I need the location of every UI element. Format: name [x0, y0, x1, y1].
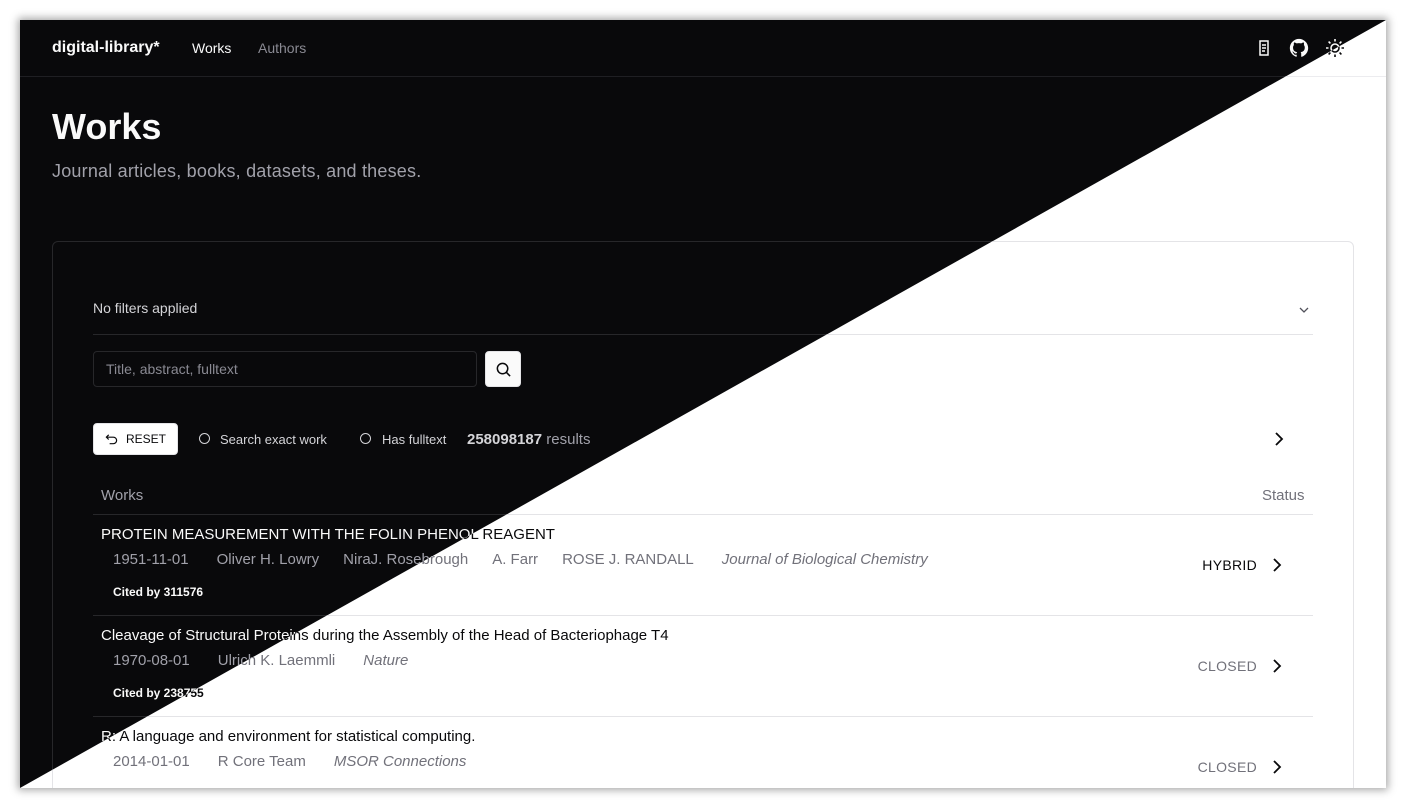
search-exact-radio[interactable]: [199, 433, 210, 444]
work-date: 1970-08-01: [113, 652, 190, 669]
has-fulltext-radio[interactable]: [360, 433, 371, 444]
nav-works[interactable]: Works: [192, 40, 231, 56]
undo-icon: [105, 433, 118, 444]
search-button[interactable]: [485, 351, 521, 387]
search-icon: [496, 362, 511, 377]
column-header-works: Works: [101, 487, 144, 504]
work-meta: 2014-01-01 R Core Team MSOR Connections: [113, 753, 466, 770]
top-navigation: digital-library* Works Authors: [20, 20, 1386, 77]
page-subtitle: Journal articles, books, datasets, and t…: [52, 161, 422, 181]
chevron-down-icon[interactable]: [1296, 302, 1312, 318]
github-icon[interactable]: [1288, 37, 1310, 59]
reset-label: RESET: [125, 432, 166, 446]
chevron-right-icon[interactable]: [1269, 657, 1285, 675]
results-number: 258098187: [467, 431, 543, 448]
status-badge: HYBRID: [1202, 557, 1257, 573]
cited-by: Cited by 311576: [113, 585, 204, 599]
brand-logo[interactable]: digital-library*: [52, 39, 160, 57]
search-exact-label[interactable]: Search exact work: [220, 432, 327, 447]
work-venue[interactable]: Nature: [363, 652, 408, 669]
work-author[interactable]: A. Farr: [492, 551, 538, 568]
chevron-right-icon[interactable]: [1269, 758, 1285, 776]
work-author[interactable]: R Core Team: [218, 753, 306, 770]
results-suffix: results: [542, 431, 591, 448]
chevron-right-icon[interactable]: [1269, 556, 1285, 574]
work-title[interactable]: R: A language and environment for statis…: [101, 728, 475, 745]
page-title: Works: [52, 106, 162, 147]
reset-button[interactable]: RESET: [93, 423, 178, 455]
status-badge: CLOSED: [1197, 759, 1257, 775]
filters-summary[interactable]: No filters applied: [93, 300, 197, 316]
work-author[interactable]: Oliver H. Lowry: [217, 551, 320, 568]
column-header-status: Status: [1262, 487, 1305, 504]
results-count: 258098187 results: [467, 431, 590, 448]
work-date: 1951-11-01: [113, 551, 189, 568]
status-badge: CLOSED: [1197, 658, 1257, 674]
has-fulltext-label[interactable]: Has fulltext: [382, 432, 446, 447]
work-author[interactable]: ROSE J. RANDALL: [562, 551, 694, 568]
search-input[interactable]: [93, 351, 477, 387]
work-venue[interactable]: Journal of Biological Chemistry: [722, 551, 928, 568]
work-venue[interactable]: MSOR Connections: [334, 753, 467, 770]
nav-authors[interactable]: Authors: [258, 40, 306, 56]
language-icon[interactable]: [1253, 37, 1275, 59]
work-date: 2014-01-01: [113, 753, 190, 770]
table-row[interactable]: R: A language and environment for statis…: [93, 717, 1313, 788]
next-page-icon[interactable]: [1270, 430, 1288, 448]
